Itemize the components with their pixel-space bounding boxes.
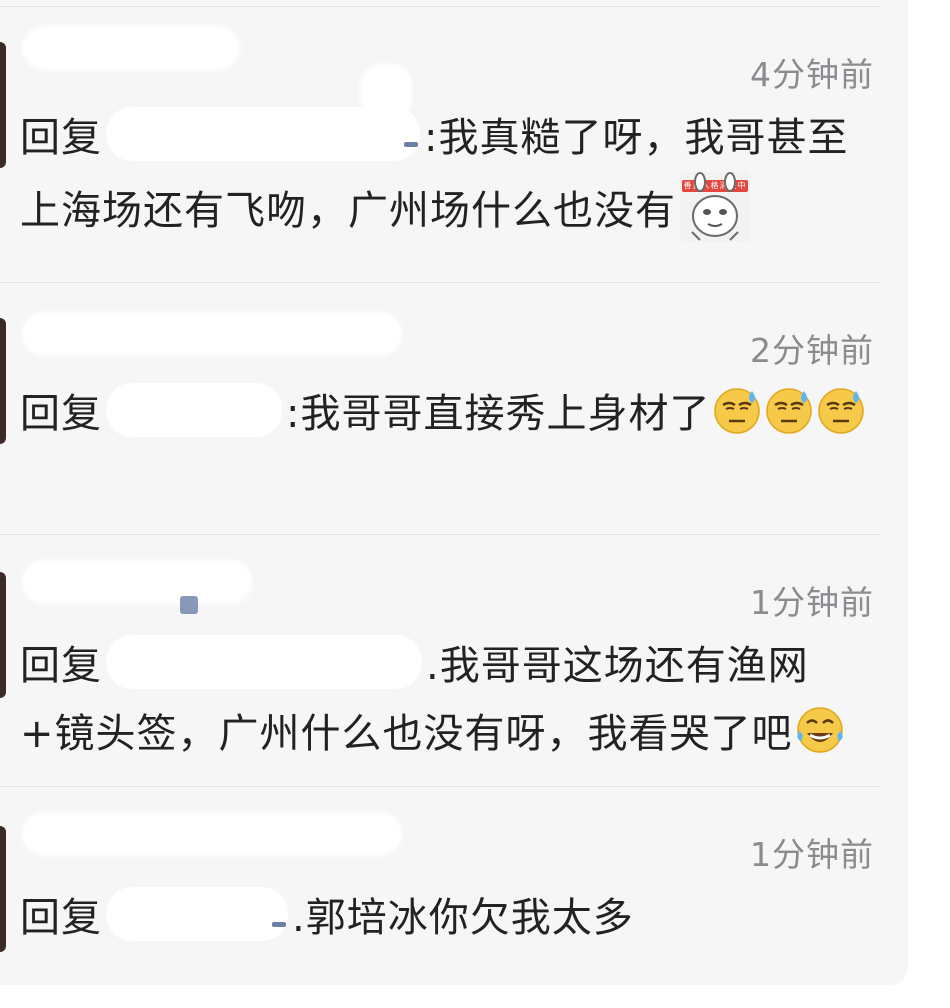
mention-redacted[interactable] bbox=[106, 383, 282, 437]
comment-divider bbox=[0, 786, 880, 787]
comment-text: 回复:我真糙了呀，我哥甚至上海场还有飞吻，广州场什么也没有 善良人格消失中 bbox=[20, 104, 880, 245]
reply-label: 回复 bbox=[20, 643, 102, 689]
redaction-blob bbox=[180, 596, 198, 614]
username-redacted[interactable] bbox=[22, 312, 402, 356]
comment-text: 回复 .我哥哥这场还有渔网+镜头签，广州什么也没有呀，我看哭了吧 bbox=[20, 632, 880, 768]
comment-divider bbox=[0, 534, 880, 535]
sweat-smile-sunglasses-icon bbox=[764, 385, 814, 435]
comment-time: 2分钟前 bbox=[750, 331, 874, 370]
comment-time: 1分钟前 bbox=[750, 835, 874, 874]
avatar[interactable] bbox=[0, 826, 6, 952]
mention-redacted[interactable] bbox=[106, 887, 288, 941]
username-redacted[interactable] bbox=[22, 26, 240, 70]
username-redacted[interactable] bbox=[22, 560, 252, 604]
avatar[interactable] bbox=[0, 318, 6, 444]
reply-label: 回复 bbox=[20, 895, 102, 941]
username-redacted[interactable] bbox=[22, 812, 402, 856]
sweat-smile-sunglasses-icon bbox=[712, 385, 762, 435]
comment-time: 4分钟前 bbox=[750, 55, 874, 94]
avatar[interactable] bbox=[0, 42, 6, 168]
comment-divider bbox=[0, 282, 880, 283]
laughing-tears-icon bbox=[795, 705, 845, 755]
comment-time: 1分钟前 bbox=[750, 583, 874, 622]
top-divider bbox=[0, 6, 880, 7]
mention-separator: : bbox=[424, 115, 439, 161]
comment-text: 回复 .郭培冰你欠我太多 bbox=[20, 884, 880, 952]
mention-separator: . bbox=[292, 895, 306, 941]
sticker-bear-icon: 善良人格消失中 bbox=[680, 172, 750, 242]
avatar[interactable] bbox=[0, 572, 6, 698]
mention-separator: . bbox=[426, 643, 440, 689]
reply-label: 回复 bbox=[20, 391, 102, 437]
comment-list: 4分钟前 回复:我真糙了呀，我哥甚至上海场还有飞吻，广州场什么也没有 善良人格消失… bbox=[0, 0, 908, 985]
comment-body: 郭培冰你欠我太多 bbox=[305, 895, 634, 941]
mention-redacted[interactable] bbox=[106, 107, 420, 161]
mention-separator: : bbox=[286, 391, 301, 437]
sweat-smile-sunglasses-icon bbox=[816, 385, 866, 435]
mention-redacted[interactable] bbox=[106, 635, 422, 689]
reply-label: 回复 bbox=[20, 115, 102, 161]
comment-text: 回复:我哥哥直接秀上身材了 bbox=[20, 380, 880, 448]
comment-body: 我哥哥直接秀上身材了 bbox=[300, 391, 711, 437]
mention-tail bbox=[272, 922, 286, 927]
mention-tail bbox=[404, 142, 418, 147]
